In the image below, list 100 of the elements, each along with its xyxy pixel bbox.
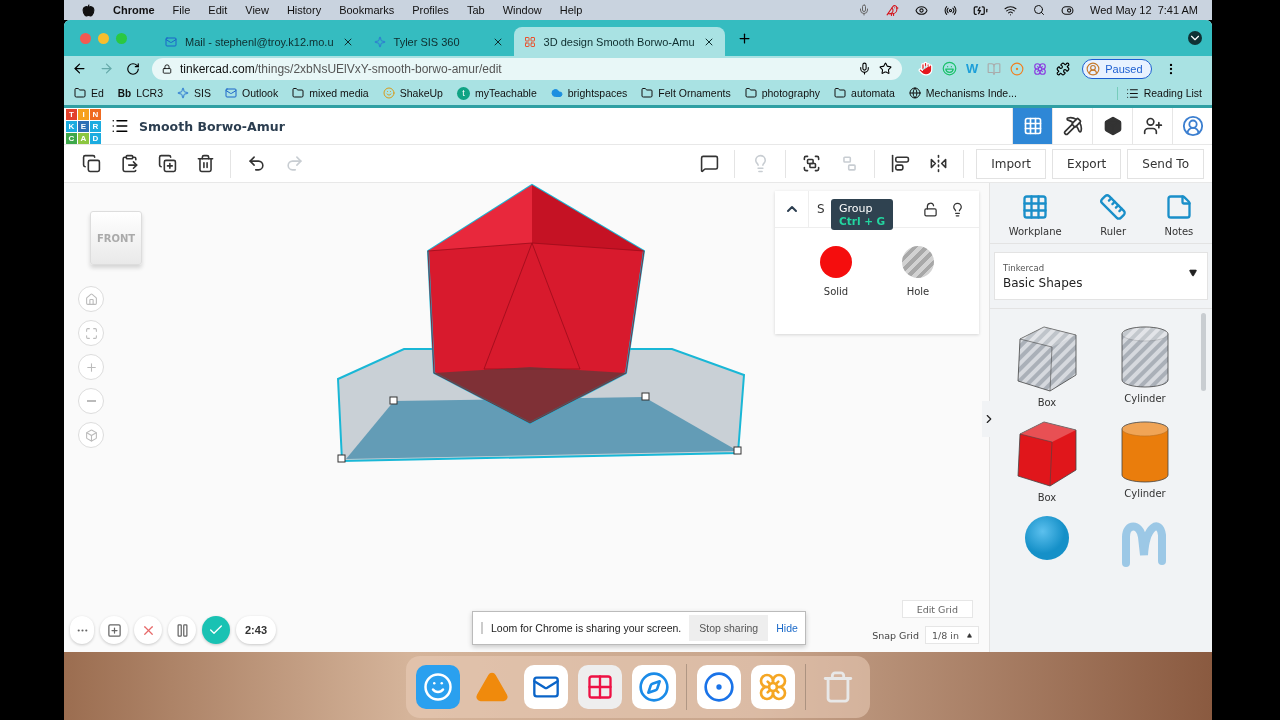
bookmark-label: photography bbox=[761, 87, 821, 99]
snap-grid-select[interactable]: 1/8 in bbox=[925, 626, 979, 644]
plus-square-icon bbox=[106, 622, 122, 638]
tooltip-shortcut: Ctrl + G bbox=[839, 215, 886, 227]
hide-link[interactable]: Hide bbox=[776, 622, 798, 634]
grid-view-button[interactable] bbox=[1012, 108, 1052, 144]
mail-icon bbox=[165, 35, 177, 48]
collapse-button[interactable] bbox=[775, 191, 809, 227]
dock-app-button[interactable] bbox=[697, 665, 741, 709]
bird-icon[interactable] bbox=[885, 3, 899, 17]
bookmark[interactable]: ShakeUp bbox=[382, 87, 443, 99]
shape-type-option[interactable]: Solid bbox=[820, 246, 852, 297]
bookmark-label: Outlook bbox=[242, 87, 279, 99]
bookmark-label: SIS bbox=[194, 87, 211, 99]
new-tab-icon[interactable] bbox=[736, 30, 752, 46]
bookmark-star-icon[interactable] bbox=[879, 62, 892, 75]
bookmark[interactable]: Outlook bbox=[225, 87, 279, 99]
lightbulb-icon[interactable] bbox=[950, 201, 965, 217]
mirror-icon bbox=[928, 154, 948, 173]
bookmark[interactable]: SIS bbox=[177, 87, 211, 99]
menu-item[interactable]: Edit bbox=[208, 4, 228, 16]
bookmark-icon-text: Bb bbox=[117, 87, 132, 99]
shape-item[interactable]: Box bbox=[998, 420, 1096, 503]
browser-tab[interactable]: Tyler SIS 360 bbox=[363, 27, 514, 56]
bookmark[interactable]: Ed bbox=[74, 87, 104, 99]
unlock-icon[interactable] bbox=[923, 201, 938, 217]
reading-list-link[interactable]: Reading List bbox=[1116, 86, 1202, 100]
puzzle-icon[interactable] bbox=[1056, 61, 1071, 76]
grid-icon bbox=[1021, 193, 1050, 221]
microphone-icon[interactable] bbox=[858, 62, 871, 75]
tool-button[interactable]: Workplane bbox=[1008, 193, 1062, 237]
bookmark[interactable]: Bb LCR3 bbox=[117, 87, 164, 99]
speech-bubble-icon bbox=[699, 154, 719, 173]
dock-app-button[interactable] bbox=[632, 665, 676, 709]
dock-app-button[interactable] bbox=[416, 665, 460, 709]
dock-app-button[interactable] bbox=[578, 665, 622, 709]
menu-item[interactable]: Help bbox=[559, 4, 583, 16]
clock[interactable]: Wed May 12 7:41 AM bbox=[1089, 4, 1198, 16]
bookmark-label: mixed media bbox=[309, 87, 369, 99]
shape-type-option[interactable]: Hole bbox=[902, 246, 934, 297]
bookmark[interactable]: brightspaces bbox=[550, 87, 628, 99]
menu-item[interactable]: File bbox=[172, 4, 191, 16]
flower-icon[interactable] bbox=[1033, 61, 1048, 76]
address-bar[interactable]: tinkercad.com/things/2xbNsUElVxY-smooth-borwo-amur/edit bbox=[152, 57, 902, 80]
profile-button[interactable]: Paused bbox=[1082, 58, 1152, 79]
apple-icon[interactable] bbox=[82, 3, 95, 17]
library-dropdown[interactable]: Tinkercad Basic Shapes bbox=[994, 252, 1208, 300]
box-icon bbox=[1016, 420, 1078, 488]
browser-tab[interactable]: Mail - stephenl@troy.k12.mo.u bbox=[155, 27, 364, 56]
menu-item[interactable]: Tab bbox=[466, 4, 485, 16]
face-icon bbox=[423, 672, 453, 702]
menu-item[interactable]: Bookmarks bbox=[339, 4, 395, 16]
search-icon[interactable] bbox=[1032, 4, 1045, 16]
bookmark-label: Ed bbox=[91, 87, 104, 99]
pause-button[interactable] bbox=[168, 616, 196, 644]
shape-item[interactable]: Cylinder bbox=[1096, 325, 1194, 408]
bookmark[interactable]: t myTeachable bbox=[456, 86, 537, 100]
bookmark[interactable]: Mechanisms Inde... bbox=[908, 87, 1017, 99]
menu-item[interactable]: Window bbox=[502, 4, 542, 16]
toggle-icon[interactable] bbox=[1060, 3, 1074, 17]
plus-icon bbox=[84, 360, 98, 374]
timer[interactable]: 2:43 bbox=[236, 616, 276, 644]
camera-button[interactable] bbox=[100, 616, 128, 644]
reload-icon[interactable] bbox=[126, 61, 140, 76]
trash-can-icon bbox=[821, 670, 855, 704]
clipboard-icon bbox=[119, 154, 139, 173]
tool-button[interactable]: Notes bbox=[1164, 193, 1194, 237]
menu-item[interactable]: Profiles bbox=[412, 4, 449, 16]
menu-item[interactable]: Chrome bbox=[113, 4, 155, 16]
hand-icon[interactable] bbox=[918, 61, 933, 76]
bookmark[interactable]: mixed media bbox=[292, 87, 369, 99]
shape-item[interactable]: Box bbox=[998, 325, 1096, 408]
tab-search-icon[interactable] bbox=[1188, 31, 1202, 45]
bookmark[interactable]: photography bbox=[744, 87, 821, 99]
edit-grid-button[interactable]: Edit Grid bbox=[901, 600, 973, 618]
home-icon bbox=[84, 292, 98, 306]
action-button[interactable]: Send To bbox=[1127, 148, 1204, 179]
tool-button[interactable]: Ruler bbox=[1099, 193, 1128, 237]
browser-tab[interactable]: 3D design Smooth Borwo-Amu bbox=[513, 27, 725, 56]
bookmark-label: brightspaces bbox=[567, 87, 628, 99]
stop-sharing-button[interactable]: Stop sharing bbox=[689, 615, 769, 641]
back-icon[interactable] bbox=[72, 61, 87, 76]
dock-app-button[interactable] bbox=[524, 665, 568, 709]
eye-icon[interactable] bbox=[914, 3, 928, 17]
menu-item[interactable]: View bbox=[245, 4, 269, 16]
menu-item[interactable]: History bbox=[286, 4, 322, 16]
list-icon bbox=[1125, 86, 1139, 100]
bookmark[interactable]: Felt Ornaments bbox=[641, 87, 731, 99]
group-icon bbox=[801, 154, 821, 173]
logo[interactable]: T I N K E R C A D bbox=[66, 108, 101, 144]
lock-icon bbox=[162, 63, 172, 74]
menu-icon[interactable] bbox=[111, 117, 129, 135]
broadcast-icon[interactable] bbox=[943, 3, 957, 17]
shape-item[interactable]: Cylinder bbox=[1096, 420, 1194, 503]
wifi-icon[interactable] bbox=[1003, 3, 1017, 17]
action-button[interactable]: Export bbox=[1052, 148, 1122, 179]
folder-icon bbox=[292, 87, 305, 99]
action-button[interactable]: Import bbox=[976, 148, 1047, 179]
duplicate-icon bbox=[157, 154, 177, 173]
bookmark[interactable]: automata bbox=[834, 87, 895, 99]
